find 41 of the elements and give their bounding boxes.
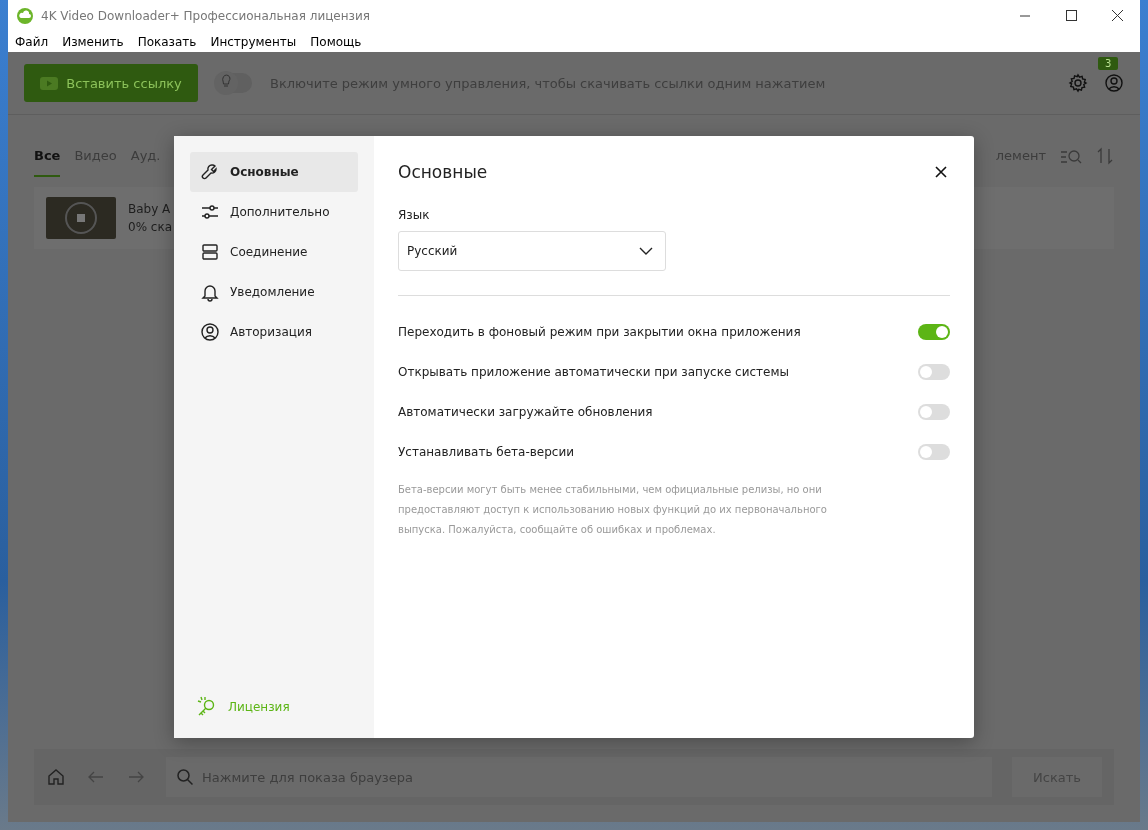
dialog-title: Основные — [398, 162, 488, 182]
video-thumbnail — [46, 197, 116, 239]
option-label: Переходить в фоновый режим при закрытии окна приложения — [398, 325, 801, 339]
chevron-down-icon — [639, 247, 653, 255]
download-status: 0% ска — [128, 220, 173, 234]
bell-icon — [200, 282, 220, 302]
window-title: 4K Video Downloader+ Профессиональная лицензия — [41, 9, 371, 23]
settings-nav-item[interactable]: Авторизация — [190, 312, 358, 352]
settings-nav-item[interactable]: Основные — [190, 152, 358, 192]
settings-nav-item[interactable]: Соединение — [190, 232, 358, 272]
menu-item[interactable]: Файл — [15, 35, 49, 49]
close-icon[interactable] — [934, 165, 948, 179]
paste-link-button[interactable]: Вставить ссылку — [24, 64, 198, 102]
search-icon — [176, 768, 194, 786]
menu-item[interactable]: Показать — [137, 35, 197, 49]
home-icon[interactable] — [46, 767, 66, 787]
toggle-switch[interactable] — [918, 444, 950, 460]
option-label: Открывать приложение автоматически при запуске системы — [398, 365, 789, 379]
server-icon — [200, 242, 220, 262]
app-logo-icon — [17, 8, 33, 24]
language-label: Язык — [398, 208, 431, 222]
menu-item[interactable]: Инструменты — [210, 35, 297, 49]
settings-icon[interactable] — [1068, 73, 1088, 93]
settings-nav-item[interactable]: Уведомление — [190, 272, 358, 312]
play-icon — [40, 76, 59, 90]
settings-nav-item[interactable]: Дополнительно — [190, 192, 358, 232]
menu-item[interactable]: Помощь — [310, 35, 362, 49]
account-icon[interactable] — [1104, 73, 1124, 93]
toggle-switch[interactable] — [918, 324, 950, 340]
notification-badge: 3 — [1098, 57, 1119, 70]
sliders-icon — [200, 202, 220, 222]
option-label: Автоматически загружайте обновления — [398, 405, 653, 419]
option-label: Устанавливать бета-версии — [398, 445, 575, 459]
menu-item[interactable]: Изменить — [62, 35, 124, 49]
user-icon — [200, 322, 220, 342]
download-title: Baby A — [128, 202, 172, 216]
wrench-icon — [200, 162, 220, 182]
toggle-switch[interactable] — [918, 364, 950, 380]
language-dropdown[interactable]: Русский — [398, 231, 666, 271]
toggle-switch[interactable] — [918, 404, 950, 420]
beta-note: Бета-версии могут быть менее стабильными, чем официальные релизы, но они предоставляют доступ к использованию новых функций до их первоначального выпуска. Пожалуйста, сообщайте об ошибках и проблемах. — [398, 483, 828, 537]
